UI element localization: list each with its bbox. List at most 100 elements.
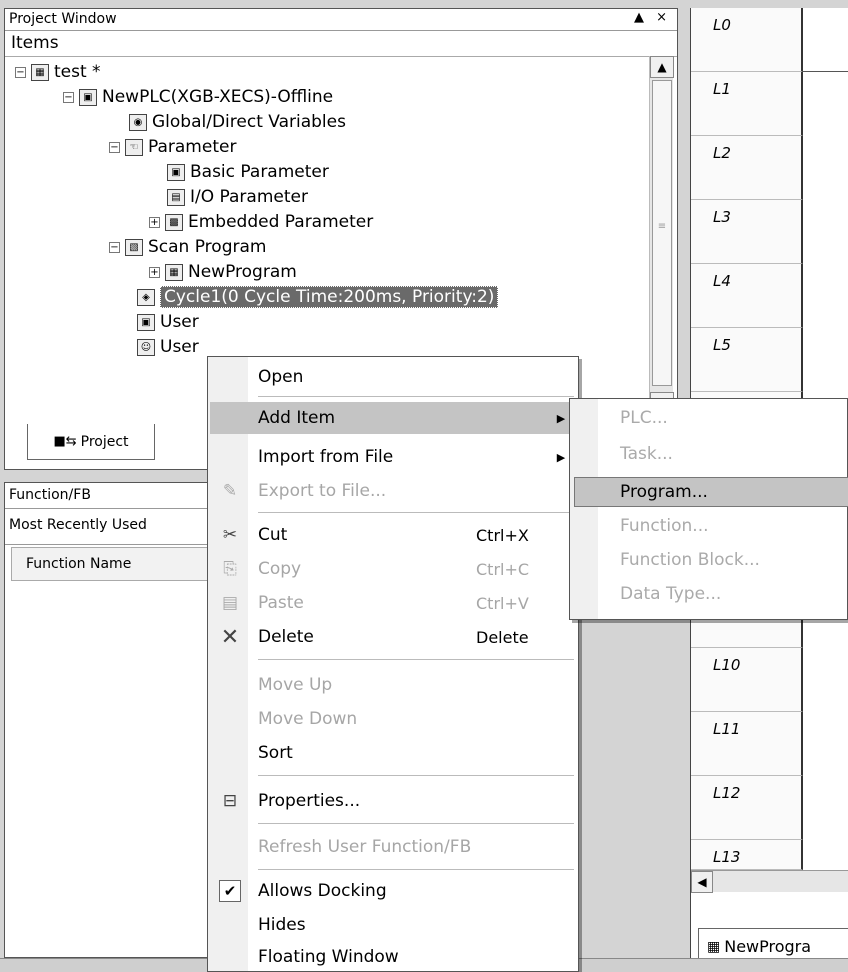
- menu-item-label: Properties...: [258, 791, 361, 811]
- properties-icon: ⊟: [222, 791, 238, 811]
- tree-item-label: NewPLC(XGB-XECS)-Offline: [102, 87, 334, 107]
- tree-item-label: test *: [54, 62, 101, 82]
- rung-label: L12: [691, 776, 803, 840]
- basic-parameter-icon: ▣: [167, 163, 185, 181]
- embedded-parameter-icon: ▩: [165, 213, 183, 231]
- menu-item-shortcut: Ctrl+C: [476, 559, 530, 579]
- cycle-task-icon: ◈: [137, 288, 155, 306]
- plc-icon: ▣: [79, 88, 97, 106]
- ladder-horizontal-scrollbar[interactable]: ◀: [691, 870, 848, 893]
- ladder-cursor-cell[interactable]: [803, 8, 848, 72]
- submenu-item-function-block[interactable]: Function Block...: [574, 545, 848, 575]
- tree-item-label: NewProgram: [188, 262, 297, 282]
- menu-item-label: Move Down: [258, 709, 358, 729]
- menu-separator: [258, 512, 574, 513]
- menu-separator: [258, 775, 574, 776]
- program-tab-icon: ▦: [707, 938, 721, 955]
- tree-item-cycle1[interactable]: ◈ Cycle1(0 Cycle Time:200ms, Priority:2): [137, 285, 499, 309]
- menu-item-label: Open: [258, 367, 304, 387]
- collapse-icon[interactable]: −: [109, 241, 120, 253]
- user-function-icon: ▣: [137, 313, 155, 331]
- context-menu: Open Add Item ▶ Import from File ▶ ✎ Exp…: [207, 356, 579, 972]
- tree-item-parameter[interactable]: − ☜ Parameter: [109, 135, 236, 159]
- scroll-up-icon[interactable]: ▲: [650, 56, 674, 78]
- submenu-item-task[interactable]: Task...: [574, 439, 848, 469]
- menu-item-move-up[interactable]: Move Up: [210, 669, 576, 701]
- collapse-icon[interactable]: −: [63, 91, 74, 103]
- program-tab-label: NewProgra: [724, 937, 812, 956]
- copy-icon: ⎘: [223, 559, 237, 579]
- menu-item-hides[interactable]: Hides: [210, 909, 576, 941]
- submenu-item-plc[interactable]: PLC...: [574, 403, 848, 433]
- rung-label: L13: [691, 840, 803, 870]
- submenu-item-data-type[interactable]: Data Type...: [574, 579, 848, 609]
- menu-separator: [258, 823, 574, 824]
- menu-item-sort[interactable]: Sort: [210, 737, 576, 769]
- menu-item-import-from-file[interactable]: Import from File ▶: [210, 441, 576, 473]
- tree-item-label: User: [160, 312, 199, 332]
- expand-icon[interactable]: +: [149, 266, 160, 278]
- menu-item-label: Copy: [258, 559, 302, 579]
- items-column-header: Items: [5, 31, 677, 57]
- menu-item-copy[interactable]: ⎘ Copy Ctrl+C: [210, 553, 576, 585]
- rung-label: L3: [691, 200, 803, 264]
- tree-item-test[interactable]: − ▦ test *: [15, 60, 101, 84]
- menu-separator: [258, 659, 574, 660]
- checkmark-icon: ✔: [210, 880, 250, 902]
- paste-icon: ▤: [221, 593, 239, 613]
- tree-item-label: Global/Direct Variables: [152, 112, 346, 132]
- menu-item-properties[interactable]: ⊟ Properties...: [210, 785, 576, 817]
- function-name-column-header[interactable]: Function Name: [11, 547, 211, 581]
- rung-label: L0: [691, 8, 803, 72]
- program-icon: ▦: [165, 263, 183, 281]
- tree-item-basic-parameter[interactable]: ▣ Basic Parameter: [167, 160, 329, 184]
- expand-icon[interactable]: +: [149, 216, 160, 228]
- menu-item-delete[interactable]: ✕ Delete Delete: [210, 621, 576, 653]
- menu-item-cut[interactable]: ✂ Cut Ctrl+X: [210, 519, 576, 551]
- menu-item-refresh-user-function[interactable]: Refresh User Function/FB: [210, 831, 576, 863]
- function-fb-panel: Function/FB Most Recently Used Function …: [4, 482, 211, 958]
- menu-separator: [258, 396, 574, 397]
- function-fb-filter-select[interactable]: Most Recently Used: [5, 509, 209, 545]
- tree-item-embedded-parameter[interactable]: + ▩ Embedded Parameter: [149, 210, 373, 234]
- tree-item-newprogram[interactable]: + ▦ NewProgram: [149, 260, 297, 284]
- tree-item-label: Scan Program: [148, 237, 267, 257]
- project-tab-label: Project: [80, 433, 129, 450]
- collapse-icon[interactable]: −: [109, 141, 120, 153]
- tree-item-user-function[interactable]: ▣ User: [137, 310, 199, 334]
- menu-item-move-down[interactable]: Move Down: [210, 703, 576, 735]
- tab-project[interactable]: ■⇆ Project: [27, 424, 155, 460]
- submenu-item-program[interactable]: Program...: [574, 477, 848, 507]
- menu-item-export-to-file[interactable]: ✎ Export to File...: [210, 475, 576, 507]
- tree-item-label: I/O Parameter: [190, 187, 308, 207]
- parameter-icon: ☜: [125, 138, 143, 156]
- export-icon: ✎: [222, 481, 238, 501]
- menu-item-add-item[interactable]: Add Item ▶: [210, 402, 576, 434]
- rung-label: L4: [691, 264, 803, 328]
- delete-x-icon: ✕: [220, 624, 240, 650]
- menu-item-paste[interactable]: ▤ Paste Ctrl+V: [210, 587, 576, 619]
- collapse-icon[interactable]: −: [15, 66, 26, 78]
- window-controls-icon[interactable]: ▲ ×: [634, 10, 671, 25]
- menu-item-label: Move Up: [258, 675, 333, 695]
- menu-item-floating-window[interactable]: Floating Window: [210, 941, 576, 972]
- tree-vertical-scrollbar[interactable]: ▲ ≡ ▼: [649, 56, 674, 414]
- scan-program-icon: ▧: [125, 238, 143, 256]
- menu-item-open[interactable]: Open: [210, 361, 576, 393]
- scroll-thumb[interactable]: ≡: [652, 80, 672, 386]
- tree-item-scan-program[interactable]: − ▧ Scan Program: [109, 235, 266, 259]
- tree-item-global-variables[interactable]: ◉ Global/Direct Variables: [129, 110, 346, 134]
- items-header-label: Items: [11, 33, 59, 53]
- variables-icon: ◉: [129, 113, 147, 131]
- tree-item-newplc[interactable]: − ▣ NewPLC(XGB-XECS)-Offline: [63, 85, 333, 109]
- menu-item-allows-docking[interactable]: ✔ Allows Docking: [210, 875, 576, 907]
- tree-item-label: Cycle1(0 Cycle Time:200ms, Priority:2): [160, 286, 499, 308]
- menu-item-label: Cut: [258, 525, 288, 545]
- function-fb-title: Function/FB: [5, 483, 209, 509]
- tree-item-user-fb[interactable]: ☺ User: [137, 335, 199, 359]
- menu-item-shortcut: Ctrl+X: [476, 525, 529, 545]
- menu-item-label: Export to File...: [258, 481, 387, 501]
- submenu-item-function[interactable]: Function...: [574, 511, 848, 541]
- scroll-left-icon[interactable]: ◀: [691, 871, 713, 893]
- tree-item-io-parameter[interactable]: ▤ I/O Parameter: [167, 185, 308, 209]
